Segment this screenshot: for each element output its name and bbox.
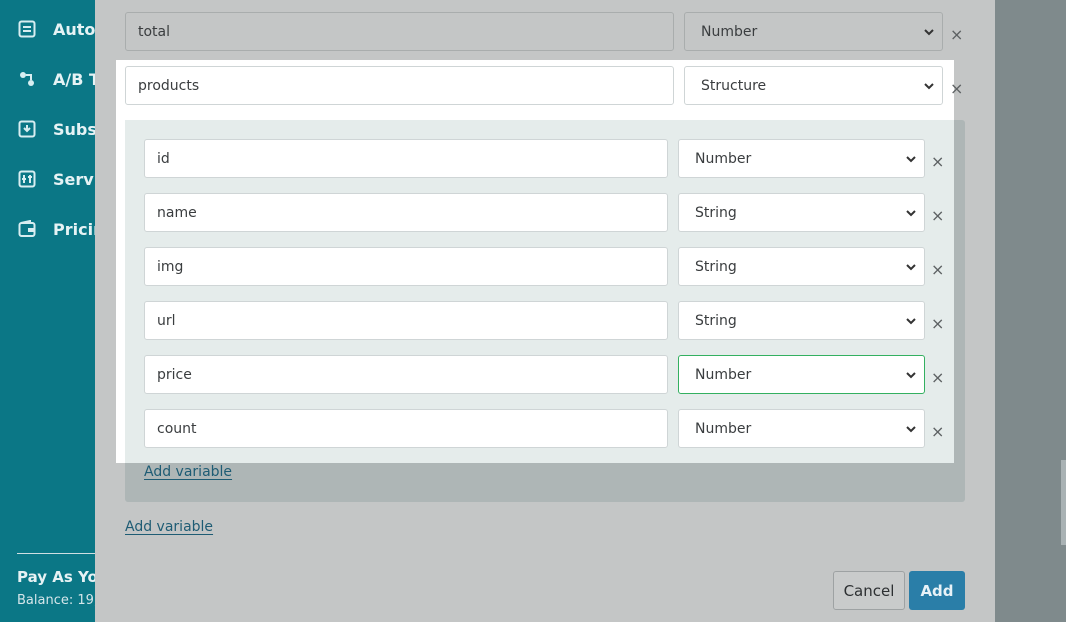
nested-variable-type-select[interactable]: String bbox=[678, 193, 925, 232]
chevron-down-icon bbox=[922, 25, 936, 39]
chevron-down-icon bbox=[904, 314, 918, 328]
sidebar-item-subscription[interactable]: Subsc bbox=[18, 117, 106, 141]
variable-type-select[interactable]: Structure bbox=[684, 66, 943, 105]
highlighted-region: products Structure × id Number × name St… bbox=[116, 60, 963, 463]
sidebar: Autom A/B T Subsc Servic Pricin Pay As Y… bbox=[0, 0, 112, 622]
variable-name-value: price bbox=[157, 366, 192, 383]
variable-type-select[interactable]: Number bbox=[684, 12, 943, 51]
remove-nested-variable-button[interactable]: × bbox=[931, 424, 944, 440]
subscription-icon bbox=[18, 120, 36, 138]
nested-add-variable-link[interactable]: Add variable bbox=[144, 464, 232, 480]
chevron-down-icon bbox=[904, 260, 918, 274]
remove-nested-variable-button[interactable]: × bbox=[931, 262, 944, 278]
nested-variable-name-input[interactable]: url bbox=[144, 301, 668, 340]
variable-name-value: count bbox=[157, 420, 197, 437]
variable-name-value: total bbox=[138, 23, 171, 40]
background-scrollbar bbox=[1061, 460, 1066, 545]
variable-type-value: String bbox=[695, 204, 737, 221]
add-variable-link[interactable]: Add variable bbox=[125, 519, 213, 535]
variable-type-value: String bbox=[695, 312, 737, 329]
remove-nested-variable-button[interactable]: × bbox=[931, 154, 944, 170]
nested-variable-type-select[interactable]: String bbox=[678, 247, 925, 286]
nested-variable-name-input[interactable]: id bbox=[144, 139, 668, 178]
remove-variable-button[interactable]: × bbox=[950, 81, 963, 97]
chevron-down-icon bbox=[904, 422, 918, 436]
variable-name-value: name bbox=[157, 204, 197, 221]
remove-nested-variable-button[interactable]: × bbox=[931, 316, 944, 332]
chevron-down-icon bbox=[904, 368, 918, 382]
variable-name-input[interactable]: products bbox=[125, 66, 674, 105]
variable-name-value: img bbox=[157, 258, 184, 275]
sidebar-item-label: A/B T bbox=[53, 69, 100, 89]
variable-type-value: Number bbox=[695, 150, 752, 167]
nested-variable-name-input[interactable]: img bbox=[144, 247, 668, 286]
remove-nested-variable-button[interactable]: × bbox=[931, 208, 944, 224]
nested-variable-name-input[interactable]: price bbox=[144, 355, 668, 394]
nested-variable-type-select[interactable]: String bbox=[678, 301, 925, 340]
variable-type-value: Number bbox=[701, 23, 758, 40]
variable-type-value: Structure bbox=[701, 77, 767, 94]
nested-variable-type-select-focused[interactable]: Number bbox=[678, 355, 925, 394]
variable-type-value: String bbox=[695, 258, 737, 275]
variable-name-value: id bbox=[157, 150, 170, 167]
services-icon bbox=[18, 170, 36, 188]
chevron-down-icon bbox=[922, 79, 936, 93]
plan-balance: Balance: 19,( bbox=[17, 593, 104, 608]
add-button[interactable]: Add bbox=[909, 571, 965, 610]
background-overlay bbox=[995, 0, 1066, 622]
chevron-down-icon bbox=[904, 206, 918, 220]
variable-name-input[interactable]: total bbox=[125, 12, 674, 51]
pricing-icon bbox=[18, 220, 36, 238]
remove-variable-button[interactable]: × bbox=[950, 27, 963, 43]
cancel-button[interactable]: Cancel bbox=[833, 571, 905, 610]
variable-type-value: Number bbox=[695, 366, 752, 383]
variable-name-value: url bbox=[157, 312, 176, 329]
sidebar-divider bbox=[17, 553, 95, 554]
nested-variable-type-select[interactable]: Number bbox=[678, 139, 925, 178]
nested-variable-name-input[interactable]: name bbox=[144, 193, 668, 232]
nested-variable-name-input[interactable]: count bbox=[144, 409, 668, 448]
variable-name-value: products bbox=[138, 77, 200, 94]
variable-type-value: Number bbox=[695, 420, 752, 437]
sidebar-item-ab-test[interactable]: A/B T bbox=[18, 67, 100, 91]
remove-nested-variable-button[interactable]: × bbox=[931, 370, 944, 386]
sidebar-item-pricing[interactable]: Pricin bbox=[18, 217, 104, 241]
chevron-down-icon bbox=[904, 152, 918, 166]
nested-variable-type-select[interactable]: Number bbox=[678, 409, 925, 448]
ab-test-icon bbox=[18, 70, 36, 88]
automation-icon bbox=[18, 20, 36, 38]
